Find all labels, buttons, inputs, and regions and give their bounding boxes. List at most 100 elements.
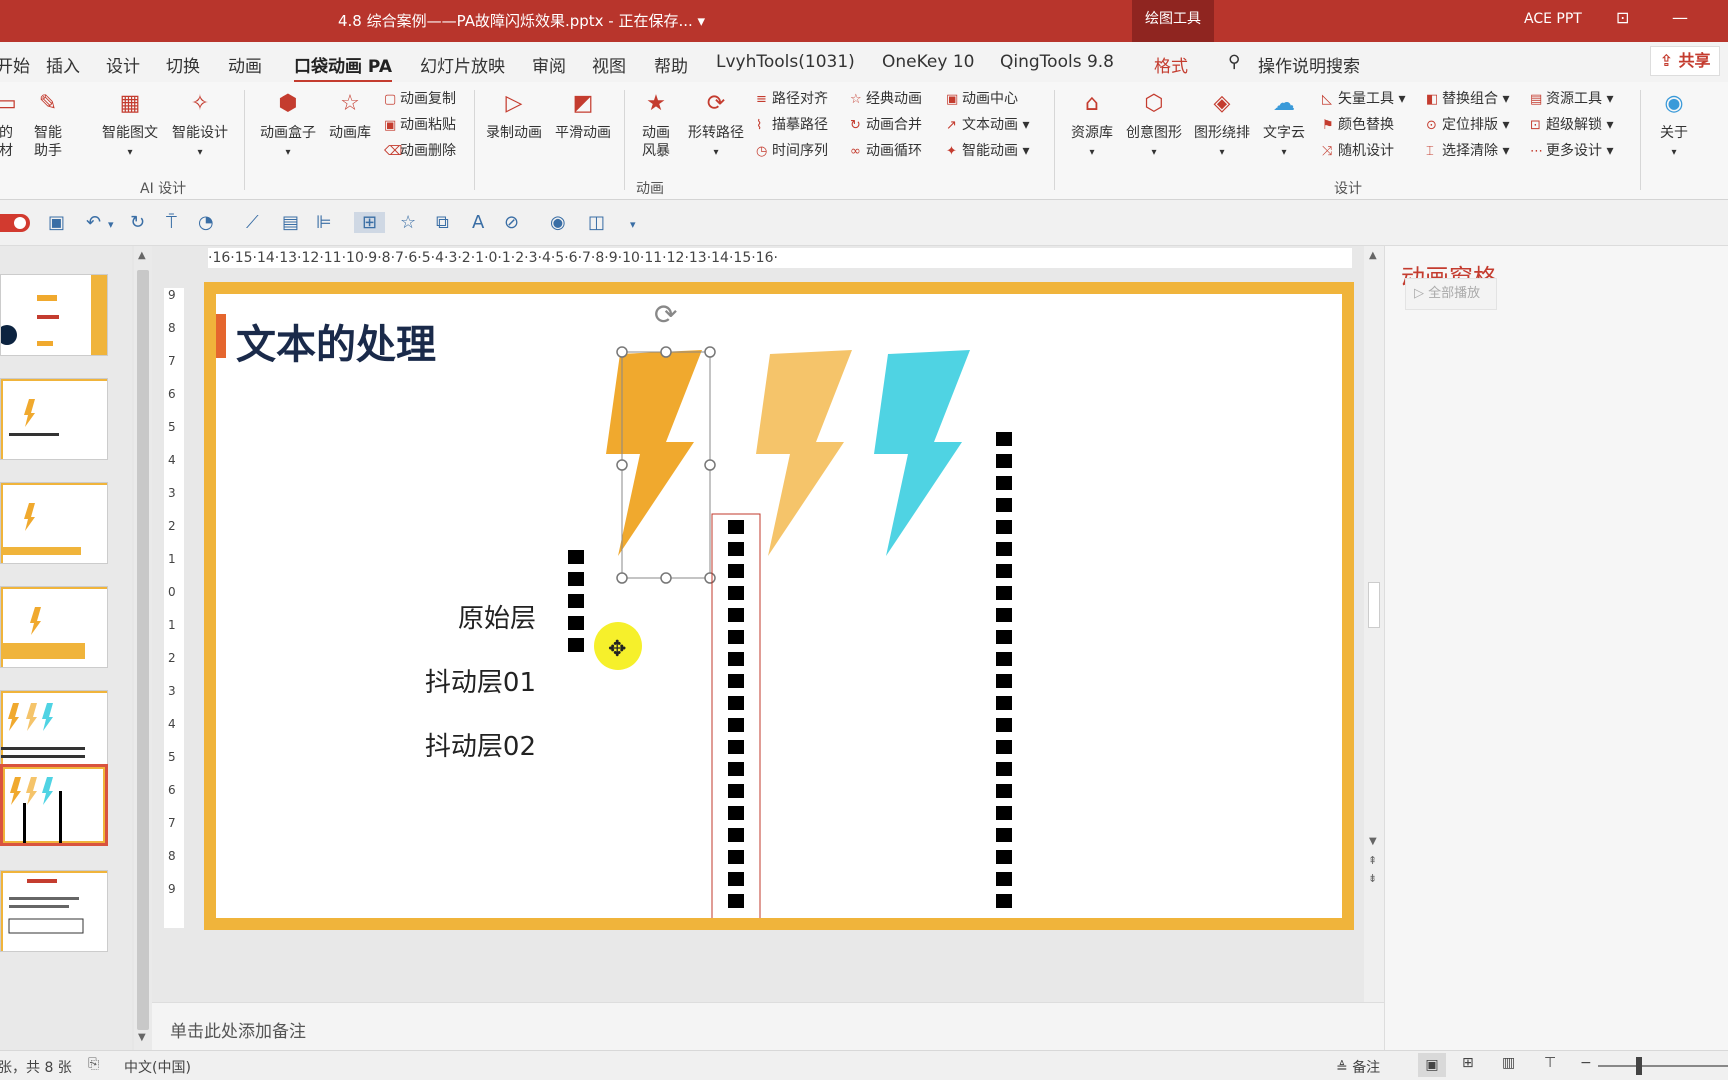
slide[interactable]: 文本的处理 原始层 抖动层01 抖动层02 ⟳ ✥ — [204, 282, 1354, 930]
spellcheck-icon[interactable]: ⎘ — [88, 1056, 99, 1072]
notes-toggle[interactable]: ≜ 备注 — [1336, 1057, 1380, 1077]
resource-library-button[interactable]: ⌂ 资源库 ▾ — [1066, 88, 1118, 162]
normal-view-icon[interactable]: ▣ — [1418, 1053, 1446, 1077]
zoom-slider-thumb[interactable] — [1636, 1057, 1642, 1075]
zoom-slider[interactable] — [1598, 1065, 1728, 1067]
share-button[interactable]: ⇪ 共享 — [1650, 46, 1720, 76]
scrollbar-thumb[interactable] — [1368, 582, 1380, 628]
smart-design-button[interactable]: ✧ 智能设计 ▾ — [166, 88, 234, 162]
minimize-icon[interactable]: — — [1672, 8, 1688, 27]
slide-thumbnail[interactable] — [0, 870, 108, 952]
tab-qingtools[interactable]: QingTools 9.8 — [1000, 52, 1114, 72]
animation-paste-button[interactable]: ▣ 动画粘贴 — [384, 114, 456, 134]
tab-format[interactable]: 格式 — [1154, 52, 1188, 77]
tab-transitions[interactable]: 切换 — [166, 52, 200, 77]
search-icon[interactable]: ⚲ — [1228, 52, 1240, 72]
undo-icon[interactable]: ↶ — [86, 212, 101, 233]
slide-thumbnail[interactable] — [0, 274, 108, 356]
resource-tools-button[interactable]: ▤ 资源工具 ▾ — [1530, 88, 1613, 108]
distribute-icon[interactable]: ⊞ — [354, 212, 386, 233]
vector-tools-button[interactable]: ◺ 矢量工具 ▾ — [1322, 88, 1405, 108]
play-all-button[interactable]: ▷ 全部播放 — [1405, 278, 1497, 310]
tab-slideshow[interactable]: 幻灯片放映 — [420, 52, 505, 77]
record-animation-button[interactable]: ▷ 录制动画 — [482, 88, 546, 142]
smart-graphic-button[interactable]: ▦ 智能图文 ▾ — [96, 88, 164, 162]
scroll-up-icon[interactable]: ▲ — [1369, 250, 1377, 261]
animation-merge-button[interactable]: ↻ 动画合并 — [850, 114, 922, 134]
reading-view-icon[interactable]: ▥ — [1502, 1055, 1515, 1071]
slide-thumbnail[interactable] — [0, 482, 108, 564]
more-design-button[interactable]: ⋯ 更多设计 ▾ — [1530, 140, 1613, 160]
context-tab-drawing-tools[interactable]: 绘图工具 — [1132, 0, 1214, 42]
smart-assistant-button[interactable]: ✎ 智能 助手 — [28, 88, 68, 160]
word-cloud-button[interactable]: ☁ 文字云 ▾ — [1256, 88, 1312, 162]
animation-copy-button[interactable]: ▢ 动画复制 — [384, 88, 456, 108]
previous-slide-icon[interactable]: ⇞ — [1368, 854, 1377, 867]
notes-area[interactable]: 单击此处添加备注 — [152, 1002, 1384, 1050]
star-icon[interactable]: ☆ — [400, 212, 416, 233]
animation-library-button[interactable]: ☆ 动画库 — [322, 88, 378, 142]
tab-help[interactable]: 帮助 — [654, 52, 688, 77]
slide-thumbnail[interactable] — [0, 690, 108, 772]
tab-onekey[interactable]: OneKey 10 — [882, 52, 974, 72]
scroll-down-icon[interactable]: ▼ — [138, 1032, 146, 1043]
tab-pocket-animation[interactable]: 口袋动画 PA — [294, 52, 392, 83]
animation-center-button[interactable]: ▣ 动画中心 — [946, 88, 1018, 108]
animation-delete-button[interactable]: ⌫动画删除 — [384, 140, 456, 160]
slide-scrollbar[interactable]: ▲ ▼ ⇞ ⇟ — [1364, 246, 1384, 1002]
tab-home[interactable]: 开始 — [0, 52, 30, 77]
super-unlock-button[interactable]: ⊡ 超级解锁 ▾ — [1530, 114, 1613, 134]
shapes-icon[interactable]: ◔ — [198, 212, 214, 233]
slide-thumbnail[interactable] — [0, 586, 108, 668]
color-replace-button[interactable]: ⚑ 颜色替换 — [1322, 114, 1394, 134]
undo-dropdown-icon[interactable]: ▾ — [108, 218, 114, 231]
slide-count[interactable]: 张，共 8 张 — [0, 1057, 72, 1077]
align-left-icon[interactable]: ⊫ — [316, 212, 332, 233]
slideshow-icon[interactable]: ⊤ — [1544, 1055, 1556, 1071]
text-animation-button[interactable]: ↗ 文本动画 ▾ — [946, 114, 1029, 134]
circle-icon[interactable]: ◉ — [550, 212, 566, 233]
record-toggle[interactable] — [0, 214, 30, 232]
time-sequence-button[interactable]: ◷ 时间序列 — [756, 140, 828, 160]
smart-animation-button[interactable]: ✦ 智能动画 ▾ — [946, 140, 1029, 160]
eyedropper-icon[interactable]: ⟋ — [246, 212, 259, 233]
format-painter-icon[interactable]: ⍑ — [166, 212, 177, 233]
slide-thumbnail-current[interactable] — [0, 764, 108, 846]
tab-design[interactable]: 设计 — [106, 52, 140, 77]
scrollbar-thumb[interactable] — [137, 270, 149, 1030]
animation-loop-button[interactable]: ∞ 动画循环 — [850, 140, 922, 160]
redo-icon[interactable]: ↻ — [130, 212, 145, 233]
tab-view[interactable]: 视图 — [592, 52, 626, 77]
tab-insert[interactable]: 插入 — [46, 52, 80, 77]
save-icon[interactable]: ▣ — [48, 212, 65, 233]
classic-animation-button[interactable]: ☆ 经典动画 — [850, 88, 922, 108]
slide-sorter-icon[interactable]: ⊞ — [1462, 1055, 1474, 1071]
creative-shape-button[interactable]: ⬡ 创意图形 ▾ — [1122, 88, 1186, 162]
user-name[interactable]: ACE PPT — [1524, 11, 1582, 27]
merge-shapes-icon[interactable]: ⊘ — [504, 212, 519, 233]
next-slide-icon[interactable]: ⇟ — [1368, 872, 1377, 885]
smooth-animation-button[interactable]: ◩ 平滑动画 — [550, 88, 616, 142]
picture-icon[interactable]: ◫ — [588, 212, 605, 233]
scroll-up-icon[interactable]: ▲ — [138, 250, 146, 261]
thumbnail-scrollbar[interactable]: ▲ ▼ — [134, 246, 152, 1050]
position-layout-button[interactable]: ⊙ 定位排版 ▾ — [1426, 114, 1509, 134]
replace-group-button[interactable]: ◧ 替换组合 ▾ — [1426, 88, 1509, 108]
textbox-icon[interactable]: A — [472, 212, 484, 233]
arrange-icon[interactable]: ▤ — [282, 212, 299, 233]
tell-me-search[interactable]: 操作说明搜索 — [1258, 52, 1360, 77]
select-clear-button[interactable]: ⌶ 选择清除 ▾ — [1426, 140, 1509, 160]
trace-path-button[interactable]: ⌇ 描摹路径 — [756, 114, 828, 134]
about-button[interactable]: ◉ 关于 ▾ — [1650, 88, 1698, 162]
scroll-down-icon[interactable]: ▼ — [1369, 836, 1377, 847]
zoom-out-icon[interactable]: − — [1580, 1055, 1592, 1071]
animation-storm-button[interactable]: ★ 动画 风暴 — [634, 88, 678, 160]
animation-box-button[interactable]: ⬢ 动画盒子 ▾ — [254, 88, 322, 162]
slide-thumbnail[interactable] — [0, 378, 108, 460]
language[interactable]: 中文(中国) — [124, 1057, 191, 1077]
tab-review[interactable]: 审阅 — [532, 52, 566, 77]
tab-lvyhtools[interactable]: LvyhTools(1031) — [716, 52, 855, 72]
path-align-button[interactable]: ≡ 路径对齐 — [756, 88, 828, 108]
shape-to-path-button[interactable]: ⟳ 形转路径 ▾ — [684, 88, 748, 162]
crop-icon[interactable]: ⧉ — [436, 212, 449, 233]
